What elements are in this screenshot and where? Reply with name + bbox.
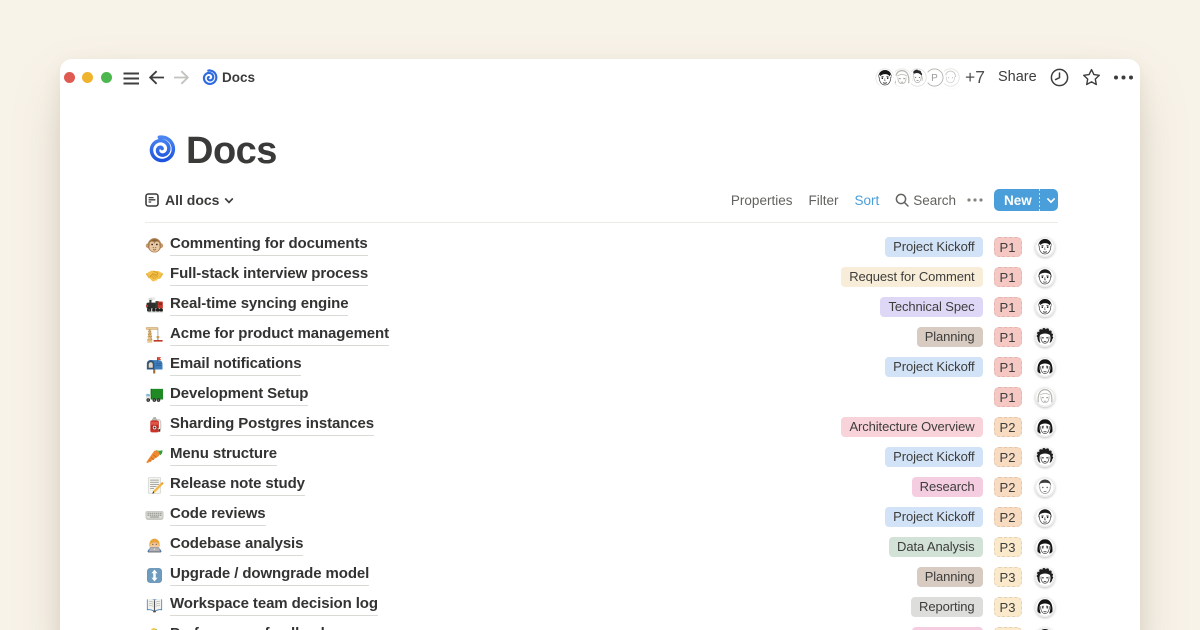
- svg-text:P: P: [931, 72, 938, 83]
